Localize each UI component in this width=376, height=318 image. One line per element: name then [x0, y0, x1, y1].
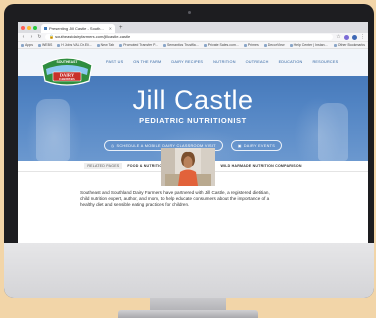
page-icon — [119, 43, 123, 47]
bookmark-item[interactable]: Help Center | Instan... — [289, 43, 328, 47]
page-title: Jill Castle — [132, 85, 254, 115]
folder-icon — [57, 43, 61, 47]
nav-item-on-the-farm[interactable]: ON THE FARM — [133, 60, 161, 64]
page-icon — [289, 43, 293, 47]
bookmark-label: Primes — [247, 43, 259, 47]
profile-avatar[interactable] — [352, 34, 357, 40]
bookmark-item[interactable]: Promoted Transfer P... — [119, 43, 158, 47]
page-icon — [203, 43, 207, 47]
bookmark-label: Private Sales.com... — [207, 43, 239, 47]
bookmark-item[interactable]: DecorView — [263, 43, 285, 47]
nav-item-outreach[interactable]: OUTREACH — [246, 60, 269, 64]
tab-bar: Presenting Jill Castle - South... ✕ + — [18, 22, 368, 33]
bookmark-label: Apps — [25, 43, 33, 47]
menu-icon[interactable]: ⋮ — [360, 33, 365, 42]
tab-title: Presenting Jill Castle - South... — [49, 26, 104, 31]
camera — [188, 11, 191, 14]
new-tab-icon[interactable]: + — [119, 24, 123, 33]
nav-item-past-us[interactable]: PAST US — [106, 60, 123, 64]
dairy-events-label: DAIRY EVENTS — [243, 143, 276, 148]
bookmark-apps[interactable]: Apps — [21, 43, 33, 47]
hero-banner: SOUTHEAST DAIRY FARMERS PAST US ON THE F… — [18, 49, 368, 161]
dairy-farmers-logo[interactable]: SOUTHEAST DAIRY FARMERS — [40, 53, 94, 87]
back-icon[interactable]: ‹ — [21, 33, 26, 42]
bookmarks-bar: Apps WEBS H Jobs VAL Dr.Eli... New Tab P… — [18, 42, 368, 49]
bookmark-label: WEBS — [41, 43, 53, 47]
url-text: southeastdairyfarmers.com/jillcastle-cas… — [55, 34, 131, 39]
dairy-events-button[interactable]: ▣ DAIRY EVENTS — [230, 140, 283, 151]
bookmark-label: H Jobs VAL Dr.Eli... — [61, 43, 92, 47]
bookmark-label: Promoted Transfer P... — [123, 43, 158, 47]
folder-icon — [37, 43, 41, 47]
url-field[interactable]: 🔒 southeastdairyfarmers.com/jillcastle-c… — [45, 34, 333, 40]
bookmark-label: DecorView — [267, 43, 285, 47]
bookmark-item[interactable]: H Jobs VAL Dr.Eli... — [57, 43, 92, 47]
bookmark-item[interactable]: Semantics Trustfla... — [162, 43, 199, 47]
star-icon[interactable]: ☆ — [336, 33, 341, 42]
related-pages-label: RELATED PAGES — [84, 163, 123, 169]
bookmark-item[interactable]: New Tab — [96, 43, 115, 47]
bookmark-label: Other Bookmarks — [337, 43, 365, 47]
site-favicon-icon — [44, 27, 47, 30]
page-icon — [243, 43, 247, 47]
intro-paragraph: Southeast and Southland Dairy Farmers ha… — [80, 190, 270, 208]
schedule-visit-label: SCHEDULE A MOBILE DAIRY CLASSROOM VISIT — [116, 143, 216, 148]
bookmark-label: New Tab — [100, 43, 115, 47]
main-navigation: PAST US ON THE FARM DAIRY RECIPES NUTRIT… — [106, 60, 338, 64]
bookmark-label: Semantics Trustfla... — [166, 43, 199, 47]
reload-icon[interactable]: ↻ — [37, 33, 42, 42]
calendar-icon: ◷ — [110, 144, 115, 148]
bookmark-item[interactable]: Primes — [243, 43, 259, 47]
jill-castle-photo — [161, 148, 215, 186]
logo-text-sub: FARMERS — [59, 77, 75, 81]
address-bar: ‹ › ↻ 🔒 southeastdairyfarmers.com/jillca… — [18, 33, 368, 42]
nav-item-education[interactable]: EDUCATION — [279, 60, 303, 64]
bookmark-label: Help Center | Instan... — [293, 43, 328, 47]
forward-icon[interactable]: › — [29, 33, 34, 42]
page-icon — [96, 43, 100, 47]
calendar-icon: ▣ — [237, 144, 242, 148]
nav-item-dairy-recipes[interactable]: DAIRY RECIPES — [171, 60, 203, 64]
close-tab-icon[interactable]: ✕ — [109, 24, 112, 33]
related-link-comparison[interactable]: WILD HARMADE NUTRITION COMPARISON — [220, 164, 301, 168]
page-icon — [162, 43, 166, 47]
browser-tab[interactable]: Presenting Jill Castle - South... ✕ — [41, 24, 115, 33]
logo-text-top: SOUTHEAST — [57, 60, 79, 64]
nav-item-resources[interactable]: RESOURCES — [312, 60, 338, 64]
page-icon — [263, 43, 267, 47]
extension-icon[interactable] — [344, 34, 349, 40]
bookmark-item[interactable]: Private Sales.com... — [203, 43, 239, 47]
browser-screen: Presenting Jill Castle - South... ✕ + ‹ … — [18, 22, 368, 243]
page-subtitle: PEDIATRIC NUTRITIONIST — [139, 116, 247, 125]
other-bookmarks[interactable]: Other Bookmarks — [333, 43, 365, 47]
close-window-button[interactable] — [21, 25, 25, 30]
apps-icon — [21, 43, 24, 47]
minimize-window-button[interactable] — [27, 25, 31, 30]
monitor-stand-base — [118, 310, 258, 318]
maximize-window-button[interactable] — [33, 25, 37, 30]
folder-icon — [333, 43, 337, 47]
related-link-food-nutrition[interactable]: FOOD & NUTRITION — [127, 164, 165, 168]
apple-logo-icon — [186, 268, 196, 279]
bookmark-item[interactable]: WEBS — [37, 43, 53, 47]
nav-item-nutrition[interactable]: NUTRITION — [213, 60, 235, 64]
window-controls — [21, 22, 37, 33]
